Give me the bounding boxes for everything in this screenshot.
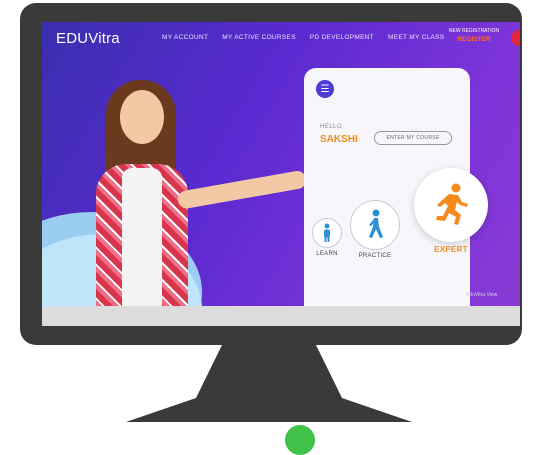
register-caption: NEW REGISTRATION xyxy=(448,28,500,34)
level-label: PRACTICE xyxy=(358,253,392,259)
brand-logo[interactable]: EDUVitra xyxy=(56,30,120,47)
walking-person-icon xyxy=(350,200,400,250)
level-learn[interactable]: LEARN xyxy=(312,218,342,257)
monitor-base xyxy=(126,398,412,422)
level-label: LEARN xyxy=(316,251,338,257)
running-person-icon xyxy=(414,168,488,242)
user-name: SAKSHI xyxy=(320,134,358,145)
screen-footer-bar xyxy=(42,306,520,326)
level-expert[interactable]: EXPERT xyxy=(414,168,488,254)
girl-photo xyxy=(78,72,308,314)
watermark: EduVitra View xyxy=(466,292,498,298)
monitor-neck xyxy=(196,345,342,398)
screen: EDUVitra MY ACCOUNT MY ACTIVE COURSES PD… xyxy=(42,22,520,326)
nav-my-account[interactable]: MY ACCOUNT xyxy=(162,34,208,41)
profile-avatar[interactable] xyxy=(511,30,520,46)
nav-meet-my-class[interactable]: MEET MY CLASS xyxy=(388,34,444,41)
greeting: HELLO xyxy=(320,124,343,130)
nav-links: MY ACCOUNT MY ACTIVE COURSES PD DEVELOPM… xyxy=(162,34,444,41)
pointing-arm xyxy=(176,169,308,210)
top-navbar: EDUVitra MY ACCOUNT MY ACTIVE COURSES PD… xyxy=(42,22,520,56)
white-tee xyxy=(122,168,162,308)
face xyxy=(120,90,164,144)
enter-course-button[interactable]: ENTER MY COURSE xyxy=(374,131,452,145)
level-label: EXPERT xyxy=(434,245,468,254)
level-practice[interactable]: PRACTICE xyxy=(350,200,400,259)
nav-my-active-courses[interactable]: MY ACTIVE COURSES xyxy=(222,34,296,41)
register-button[interactable]: REGISTER xyxy=(446,36,502,43)
register-block[interactable]: NEW REGISTRATION REGISTER xyxy=(446,28,502,43)
standing-person-icon xyxy=(312,218,342,248)
app-card: ☰ HELLO SAKSHI ENTER MY COURSE LEARN PRA… xyxy=(304,68,488,310)
nav-pd-development[interactable]: PD DEVELOPMENT xyxy=(310,34,374,41)
hamburger-icon[interactable]: ☰ xyxy=(316,80,334,98)
